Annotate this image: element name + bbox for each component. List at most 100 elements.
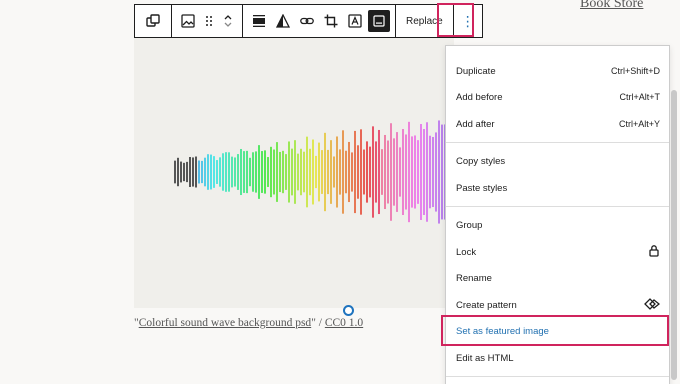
waveform-bar [219, 157, 221, 187]
waveform-bar [255, 151, 257, 193]
waveform-bar [297, 153, 299, 191]
menu-item-label: Duplicate [456, 65, 496, 77]
waveform-bar [393, 138, 395, 206]
image-block-button[interactable] [176, 5, 200, 37]
more-vertical-icon: ⋮ [460, 13, 475, 29]
menu-item-group[interactable]: Group [446, 212, 669, 238]
image-block[interactable] [134, 36, 454, 308]
replace-button[interactable]: Replace [396, 5, 453, 37]
waveform-bar [441, 124, 443, 220]
crop-button[interactable] [319, 5, 343, 37]
waveform-bar [414, 135, 416, 209]
menu-item-label: Lock [456, 246, 477, 258]
waveform-bar [240, 148, 242, 196]
sound-wave-image [174, 120, 446, 224]
waveform-bar [411, 136, 413, 208]
waveform-bar [342, 130, 344, 214]
waveform-bar [246, 150, 248, 194]
options-menu-button[interactable]: ⋮ [454, 5, 482, 37]
waveform-bar [285, 154, 287, 190]
menu-item-lock[interactable]: Lock [446, 239, 669, 265]
waveform-bar [399, 147, 401, 197]
waveform-bar [228, 152, 230, 192]
caption-toggle-button[interactable] [367, 5, 391, 37]
waveform-bar [270, 146, 272, 198]
waveform-bar [300, 148, 302, 196]
waveform-bar [351, 152, 353, 192]
waveform-bar [267, 157, 269, 187]
waveform-bar [273, 149, 275, 195]
text-overlay-button[interactable] [343, 5, 367, 37]
waveform-bar [177, 157, 179, 187]
menu-item-label: Add before [456, 91, 503, 103]
toolbar-group-replace: Replace [395, 4, 454, 38]
block-options-menu: Duplicate Ctrl+Shift+D Add before Ctrl+A… [445, 45, 670, 384]
move-buttons[interactable] [218, 5, 238, 37]
caption-icon [368, 10, 390, 32]
waveform-bar [282, 150, 284, 194]
waveform-bar [306, 136, 308, 208]
menu-item-label: Rename [456, 272, 492, 284]
waveform-bar [192, 157, 194, 187]
menu-item-edit-as-html[interactable]: Edit as HTML [446, 345, 669, 371]
waveform-bar [225, 152, 227, 192]
menu-item-add-after[interactable]: Add after Ctrl+Alt+Y [446, 111, 669, 137]
link-button[interactable] [295, 5, 319, 37]
waveform-bar [423, 129, 425, 215]
menu-item-copy-styles[interactable]: Copy styles [446, 148, 669, 174]
duotone-button[interactable] [271, 5, 295, 37]
menu-item-paste-styles[interactable]: Paste styles [446, 175, 669, 201]
menu-item-rename[interactable]: Rename [446, 265, 669, 291]
toolbar-group-options: ⋮ [452, 4, 483, 38]
waveform-bar [315, 155, 317, 189]
pattern-icon [644, 297, 661, 313]
caption-license-link[interactable]: CC0 1.0 [325, 317, 363, 329]
waveform-bar [309, 148, 311, 196]
toolbar-divider [242, 5, 243, 37]
waveform-bar [333, 156, 335, 188]
align-button[interactable] [247, 5, 271, 37]
image-caption[interactable]: "Colorful sound wave background psd" / C… [134, 317, 363, 329]
waveform-bar [222, 153, 224, 191]
waveform-bar [387, 140, 389, 204]
waveform-bar [237, 154, 239, 190]
menu-item-add-before[interactable]: Add before Ctrl+Alt+T [446, 84, 669, 110]
menu-item-label: Copy styles [456, 155, 506, 167]
waveform-bar [201, 160, 203, 184]
move-up-icon[interactable] [223, 13, 233, 21]
waveform-bar [369, 146, 371, 198]
waveform-bar [207, 154, 209, 190]
waveform-bar [303, 151, 305, 193]
waveform-bar [381, 149, 383, 195]
waveform-bar [363, 149, 365, 195]
caption-source-link[interactable]: Colorful sound wave background psd [139, 317, 311, 329]
waveform-bar [243, 151, 245, 193]
waveform-bar [336, 136, 338, 208]
waveform-bar [435, 132, 437, 212]
caption-separator: / [315, 317, 325, 329]
resize-handle[interactable] [343, 305, 354, 316]
waveform-bar [174, 160, 176, 184]
waveform-bar [213, 156, 215, 188]
menu-scrollbar[interactable] [671, 90, 677, 380]
menu-divider [446, 376, 669, 377]
menu-item-duplicate[interactable]: Duplicate Ctrl+Shift+D [446, 58, 669, 84]
menu-item-set-featured-image[interactable]: Set as featured image [446, 318, 669, 344]
waveform-bar [318, 142, 320, 202]
waveform-bar [327, 149, 329, 195]
waveform-bar [339, 149, 341, 195]
drag-handle[interactable] [200, 5, 218, 37]
waveform-bar [294, 140, 296, 204]
waveform-bar [312, 139, 314, 205]
waveform-bar [204, 157, 206, 187]
duotone-icon [276, 14, 290, 28]
waveform-bar [396, 132, 398, 212]
move-down-icon[interactable] [223, 21, 233, 29]
drag-handle-icon [205, 15, 213, 27]
waveform-bar [384, 134, 386, 210]
menu-item-create-pattern[interactable]: Create pattern [446, 292, 669, 318]
duplicate-block-button[interactable] [135, 5, 171, 37]
site-title[interactable]: Book Store [580, 0, 643, 12]
waveform-bar [417, 140, 419, 204]
menu-divider [446, 142, 669, 143]
